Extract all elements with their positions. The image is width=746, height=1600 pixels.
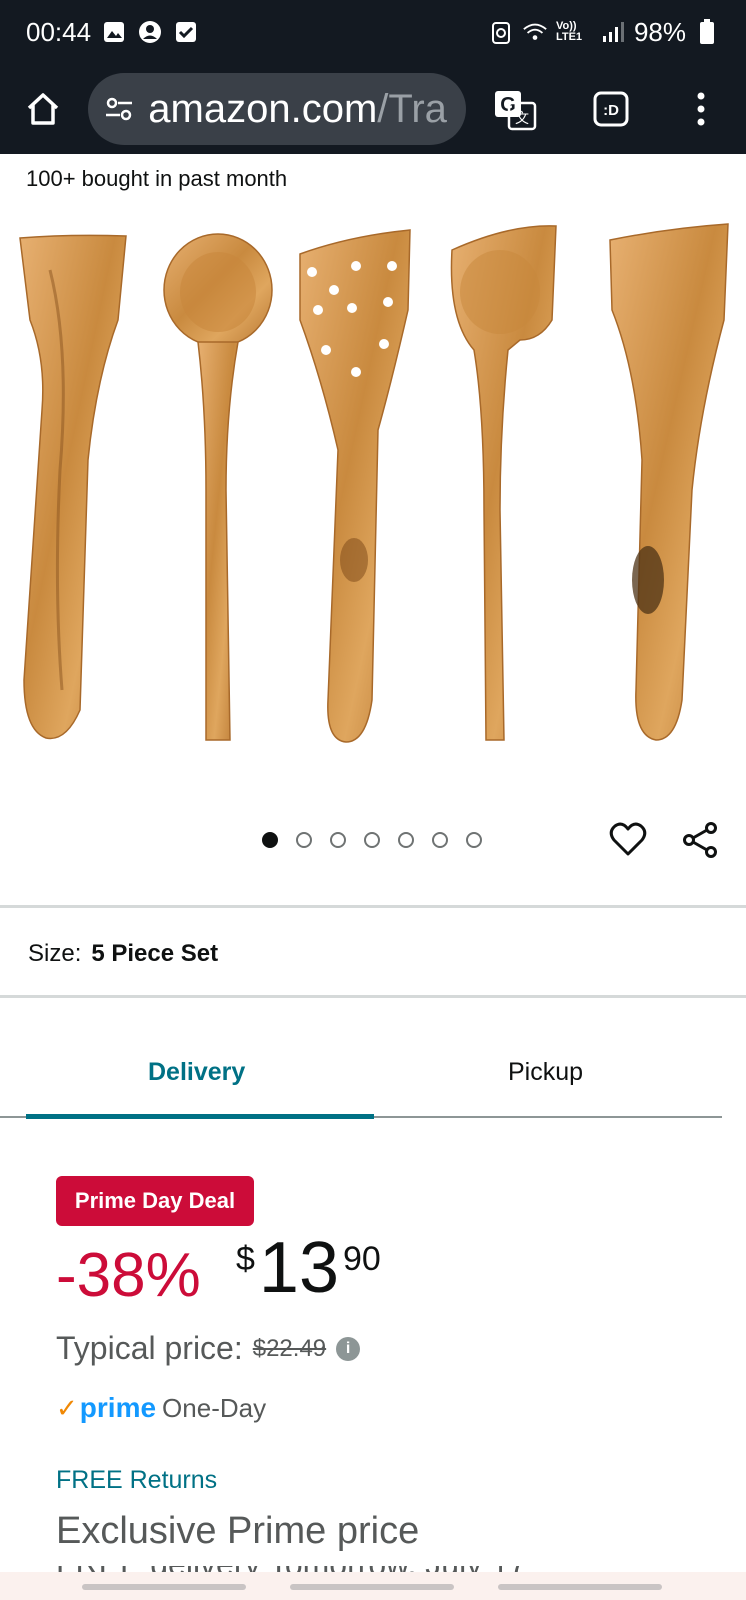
carousel-dot[interactable] [296,832,312,848]
typical-price: Typical price: $22.49 i [56,1330,361,1367]
size-value: 5 Piece Set [91,940,219,967]
overflow-menu-button[interactable] [676,83,726,135]
status-bar: 00:44 Vo)) LTE1 98% [0,0,746,64]
prime-check-icon: ✓ [56,1392,78,1423]
url-text[interactable]: amazon.com/Tra [148,87,447,132]
home-button[interactable] [20,85,66,133]
network-label: Vo)) LTE1 [555,20,583,43]
active-tab-indicator [26,1114,374,1119]
signal-icon [600,19,626,45]
gesture-pill [498,1584,662,1590]
tab-bar-line [0,1116,26,1118]
tab-switcher-button[interactable]: :D [586,83,636,135]
discount-percent: -38% [56,1241,201,1310]
share-icon [683,822,717,858]
bought-in-past-month: 100+ bought in past month [26,166,288,191]
prime-one-day: ✓ prime One-Day [56,1392,266,1424]
prime-day-deal-badge: Prime Day Deal [56,1176,254,1226]
wifi-icon [522,19,548,45]
size-label: Size: [28,940,82,967]
translate-button[interactable]: G文 [490,83,540,135]
typical-price-label: Typical price: [56,1330,243,1366]
product-image[interactable] [0,210,746,770]
site-settings-icon[interactable] [104,94,134,124]
price: $ 13 90 [236,1228,381,1308]
checkbox-notification-icon [173,19,199,45]
battery-icon [694,19,720,45]
prime-logo: ✓ prime [56,1392,156,1424]
url-path: /Tra [377,86,447,131]
gallery-notification-icon [101,19,127,45]
carousel-dot[interactable] [330,832,346,848]
tab-switcher-icon: :D [593,91,629,127]
exclusive-prime-price: Exclusive Prime price [56,1510,420,1552]
prime-label: prime [79,1392,157,1423]
price-currency: $ [236,1240,255,1278]
tab-pickup[interactable]: Pickup [508,1058,583,1087]
image-carousel-dots [262,832,482,848]
prime-one-day-label: One-Day [162,1392,267,1423]
carousel-dot[interactable] [398,832,414,848]
browser-toolbar: amazon.com/Tra G文 :D [0,64,746,154]
carousel-dot[interactable] [466,832,482,848]
heart-icon [609,822,647,856]
url-host: amazon.com [148,86,378,131]
divider [0,905,746,908]
translate-icon: G文 [494,91,536,131]
carousel-dot[interactable] [364,832,380,848]
status-time: 00:44 [26,16,92,47]
tab-delivery[interactable]: Delivery [148,1058,245,1087]
add-to-list-button[interactable] [608,820,648,860]
battery-percent: 98% [633,16,686,47]
recycle-icon [488,19,514,45]
tab-bar-line [374,1116,722,1118]
gesture-pill [290,1584,454,1590]
home-icon [27,93,59,125]
gesture-pill [82,1584,246,1590]
account-notification-icon [137,19,163,45]
size-selector[interactable]: Size: 5 Piece Set [28,940,218,968]
price-fraction: 90 [343,1240,381,1278]
address-bar[interactable]: amazon.com/Tra [88,73,466,145]
svg-text::D: :D [603,102,619,119]
share-button[interactable] [680,820,720,860]
price-whole: 13 [258,1228,340,1308]
free-returns-link[interactable]: FREE Returns [56,1466,217,1495]
divider [0,995,746,998]
carousel-dot[interactable] [432,832,448,848]
more-vert-icon [697,92,705,126]
info-icon[interactable]: i [336,1336,361,1361]
typical-price-value: $22.49 [252,1334,327,1362]
carousel-dot[interactable] [262,832,278,848]
svg-text:文: 文 [515,111,529,127]
